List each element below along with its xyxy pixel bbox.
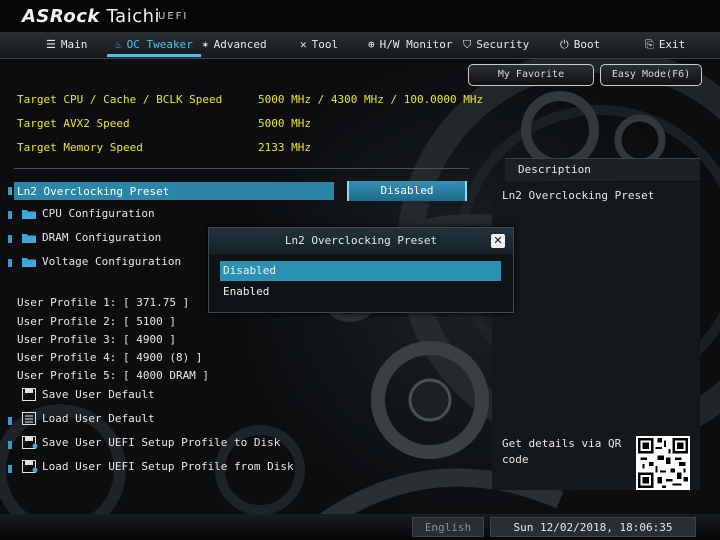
tab-oc-tweaker-label: OC Tweaker [126, 38, 193, 51]
user-profile-4[interactable]: User Profile 4: [ 4900 (8) ] [17, 351, 202, 364]
list-icon: ☰ [46, 38, 56, 51]
row-marker [8, 417, 12, 425]
tab-main-label: Main [60, 38, 88, 51]
tab-hw-monitor[interactable]: ⊕ H/W Monitor [368, 32, 452, 58]
main-nav: ☰ Main ♨ OC Tweaker ✶ Advanced ✕ Tool ⊕ H/W M… [0, 32, 720, 59]
language-selector[interactable]: English [412, 517, 484, 537]
shield-icon: ⛉ [463, 38, 472, 51]
target-avx2-value: 5000 MHz [258, 117, 311, 130]
tab-exit[interactable]: ⎘ Exit [645, 32, 685, 58]
tab-tool-label: Tool [311, 38, 339, 51]
qr-caption: Get details via QR code [502, 437, 622, 466]
model-name: Taichi [106, 6, 161, 27]
description-text: Ln2 Overclocking Preset [502, 189, 655, 202]
power-icon: ⏻ [560, 38, 569, 51]
description-title: Description [518, 163, 591, 176]
load-user-default-action[interactable]: Load User Default [42, 412, 155, 425]
my-favorite-button[interactable]: My Favorite [468, 64, 594, 86]
user-profile-5[interactable]: User Profile 5: [ 4000 DRAM ] [17, 369, 209, 382]
folder-icon [22, 234, 36, 243]
tab-security[interactable]: ⛉ Security [463, 32, 529, 58]
row-marker [8, 211, 12, 219]
tools-icon: ✕ [300, 38, 307, 51]
row-marker [8, 465, 12, 473]
user-profile-2[interactable]: User Profile 2: [ 5100 ] [17, 315, 176, 328]
monitor-icon: ⊕ [368, 38, 375, 51]
brand-name: ASRock [22, 6, 100, 27]
section-divider [14, 168, 469, 169]
tab-main[interactable]: ☰ Main [46, 32, 87, 58]
load-profile-from-disk-action[interactable]: Load User UEFI Setup Profile from Disk [42, 460, 294, 473]
bios-type-label: UEFI [158, 11, 189, 22]
tab-security-label: Security [476, 38, 530, 51]
folder-icon [22, 258, 36, 267]
exit-icon: ⎘ [645, 38, 654, 51]
voltage-configuration-link[interactable]: Voltage Configuration [42, 255, 181, 268]
option-disabled[interactable]: Disabled [220, 261, 501, 281]
tab-boot-label: Boot [573, 38, 601, 51]
tab-boot[interactable]: ⏻ Boot [560, 32, 600, 58]
easy-mode-button[interactable]: Easy Mode(F6) [600, 64, 702, 86]
tab-tool[interactable]: ✕ Tool [300, 32, 338, 58]
row-marker [8, 235, 12, 243]
option-enabled[interactable]: Enabled [220, 282, 501, 302]
dialog-title: Ln2 Overclocking Preset [209, 228, 513, 254]
tab-oc-tweaker[interactable]: ♨ OC Tweaker [107, 32, 201, 58]
target-memory-label: Target Memory Speed [17, 141, 143, 154]
save-icon [22, 388, 36, 401]
save-disk-icon [22, 436, 38, 449]
qr-code [636, 436, 690, 490]
save-user-default-action[interactable]: Save User Default [42, 388, 155, 401]
load-disk-icon [22, 460, 38, 473]
close-icon[interactable]: ✕ [491, 234, 505, 248]
user-profile-3[interactable]: User Profile 3: [ 4900 ] [17, 333, 176, 346]
tab-advanced[interactable]: ✶ Advanced [202, 32, 267, 58]
tab-hw-monitor-label: H/W Monitor [379, 38, 453, 51]
folder-icon [22, 210, 36, 219]
cpu-configuration-link[interactable]: CPU Configuration [42, 207, 155, 220]
ln2-preset-value-button[interactable]: Disabled [347, 181, 467, 201]
load-icon [22, 412, 36, 425]
ln2-preset-dialog: Ln2 Overclocking Preset ✕ Disabled Enabl… [208, 227, 514, 313]
dram-configuration-link[interactable]: DRAM Configuration [42, 231, 161, 244]
save-profile-to-disk-action[interactable]: Save User UEFI Setup Profile to Disk [42, 436, 280, 449]
row-marker [8, 187, 12, 195]
ln2-preset-label: Ln2 Overclocking Preset [17, 185, 170, 198]
tab-exit-label: Exit [658, 38, 686, 51]
flame-icon: ♨ [115, 38, 122, 51]
user-profile-1[interactable]: User Profile 1: [ 371.75 ] [17, 296, 189, 309]
row-marker [8, 441, 12, 449]
brand-logo: ASRock Taichi [22, 6, 160, 27]
tab-advanced-label: Advanced [213, 38, 267, 51]
row-marker [8, 259, 12, 267]
target-cpu-value: 5000 MHz / 4300 MHz / 100.0000 MHz [258, 93, 484, 106]
star-icon: ✶ [202, 38, 209, 51]
target-avx2-label: Target AVX2 Speed [17, 117, 130, 130]
target-cpu-label: Target CPU / Cache / BCLK Speed [17, 93, 223, 106]
target-memory-value: 2133 MHz [258, 141, 311, 154]
datetime-display: Sun 12/02/2018, 18:06:35 [490, 517, 696, 537]
